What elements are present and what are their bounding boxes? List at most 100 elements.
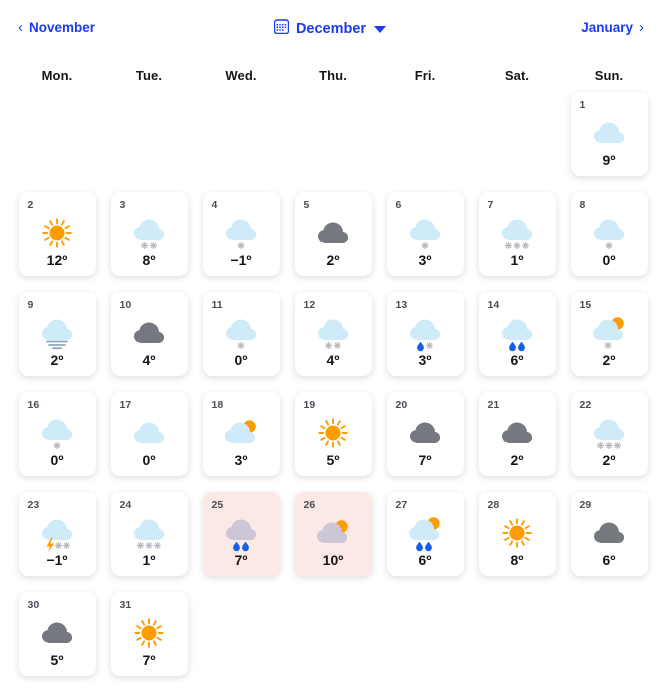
day-temperature: 4º [326, 352, 340, 368]
day-temperature: 6º [418, 552, 432, 568]
day-card[interactable]: 13 3º [386, 292, 464, 376]
day-number: 29 [579, 499, 592, 511]
day-card[interactable]: 20 7º [386, 392, 464, 476]
day-card[interactable]: 5 2º [294, 192, 372, 276]
weather-cloud-icon [571, 114, 648, 152]
weather-fog-icon [19, 314, 96, 352]
day-temperature: 7º [418, 452, 432, 468]
day-card[interactable]: 2 12º [18, 192, 96, 276]
day-number: 5 [303, 199, 310, 211]
day-number: 31 [119, 599, 132, 611]
empty-card [203, 92, 280, 176]
day-number: 18 [211, 399, 224, 411]
day-number: 10 [119, 299, 132, 311]
calendar-cell: 20 7º [379, 392, 471, 492]
day-temperature: 0º [234, 352, 248, 368]
calendar-cell: 2 12º [11, 192, 103, 292]
day-card[interactable]: 16 0º [18, 392, 96, 476]
day-card[interactable]: 9 2º [18, 292, 96, 376]
day-temperature: 8º [510, 552, 524, 568]
day-temperature: 1º [142, 552, 156, 568]
empty-card [19, 92, 96, 176]
day-card[interactable]: 14 6º [478, 292, 556, 376]
calendar-cell-empty [471, 92, 563, 192]
weather-partly-rain-icon [387, 514, 464, 552]
day-card[interactable]: 10 4º [110, 292, 188, 376]
calendar-cell: 29 6º [563, 492, 655, 592]
calendar-icon [273, 19, 290, 38]
day-temperature: 3º [418, 352, 432, 368]
calendar-cell: 18 3º [195, 392, 287, 492]
day-card[interactable]: 24 1º [110, 492, 188, 576]
next-month-button[interactable]: January › [581, 20, 644, 35]
day-number: 2 [27, 199, 34, 211]
day-card[interactable]: 25 7º [202, 492, 280, 576]
weekday-label: Thu. [319, 67, 347, 83]
calendar-cell: 19 5º [287, 392, 379, 492]
day-number: 27 [395, 499, 408, 511]
day-number: 7 [487, 199, 494, 211]
day-number: 26 [303, 499, 316, 511]
calendar-cell: 25 7º [195, 492, 287, 592]
month-dropdown[interactable]: December [0, 19, 660, 38]
day-card[interactable]: 8 0º [570, 192, 648, 276]
day-number: 6 [395, 199, 402, 211]
day-temperature: 6º [602, 552, 616, 568]
day-card[interactable]: 23 −1º [18, 492, 96, 576]
day-temperature: 0º [142, 452, 156, 468]
calendar-cell: 12 4º [287, 292, 379, 392]
day-temperature: 3º [418, 252, 432, 268]
day-card[interactable]: 18 3º [202, 392, 280, 476]
day-number: 23 [27, 499, 40, 511]
day-temperature: 1º [510, 252, 524, 268]
day-temperature: −1º [46, 552, 68, 568]
day-card[interactable]: 212º [478, 392, 556, 476]
calendar-grid: 1 9º 2 12º 3 8º 4 −1º 5 2º 6 3º 7 1º 8 0º 9 2º 10 4º 11 0º 12 4… [11, 92, 660, 692]
day-temperature: 12º [46, 252, 68, 268]
weather-rain-2-icon [203, 514, 280, 552]
day-number: 11 [211, 299, 223, 311]
calendar-cell: 1 9º [563, 92, 655, 192]
day-card[interactable]: 7 1º [478, 192, 556, 276]
day-card[interactable]: 30 5º [18, 592, 96, 676]
day-number: 8 [579, 199, 586, 211]
day-number: 28 [487, 499, 500, 511]
day-card[interactable]: 28 8º [478, 492, 556, 576]
calendar-header: ‹ November December January › [0, 0, 660, 58]
calendar-cell: 27 6º [379, 492, 471, 592]
calendar-cell: 22 2º [563, 392, 655, 492]
empty-card [479, 92, 556, 176]
day-card[interactable]: 1 9º [570, 92, 648, 176]
weather-snow-3-icon [111, 514, 188, 552]
day-card[interactable]: 12 4º [294, 292, 372, 376]
weather-cloud-gray-icon [111, 314, 188, 352]
day-card[interactable]: 31 7º [110, 592, 188, 676]
day-card[interactable]: 29 6º [570, 492, 648, 576]
day-card[interactable]: 22 2º [570, 392, 648, 476]
day-temperature: 2º [602, 352, 616, 368]
day-card[interactable]: 19 5º [294, 392, 372, 476]
weather-snow-2-icon [295, 314, 372, 352]
day-card[interactable]: 6 3º [386, 192, 464, 276]
day-temperature: 0º [602, 252, 616, 268]
day-temperature: 10º [322, 552, 344, 568]
day-card[interactable]: 17 0º [110, 392, 188, 476]
day-card[interactable]: 26 10º [294, 492, 372, 576]
day-card[interactable]: 4 −1º [202, 192, 280, 276]
day-temperature: 3º [234, 452, 248, 468]
weather-cloud-gray-icon [479, 414, 556, 452]
day-number: 9 [27, 299, 34, 311]
day-temperature: 7º [234, 552, 248, 568]
day-number: 16 [27, 399, 40, 411]
day-temperature: 6º [510, 352, 524, 368]
day-card[interactable]: 11 0º [202, 292, 280, 376]
day-temperature: 2º [50, 352, 64, 368]
weekday-label: Fri. [414, 67, 436, 83]
day-card[interactable]: 15 2º [570, 292, 648, 376]
day-temperature: 9º [602, 152, 616, 168]
calendar-cell: 9 2º [11, 292, 103, 392]
calendar-cell: 212º [471, 392, 563, 492]
day-card[interactable]: 27 6º [386, 492, 464, 576]
day-card[interactable]: 3 8º [110, 192, 188, 276]
weather-sun-icon [111, 614, 188, 652]
